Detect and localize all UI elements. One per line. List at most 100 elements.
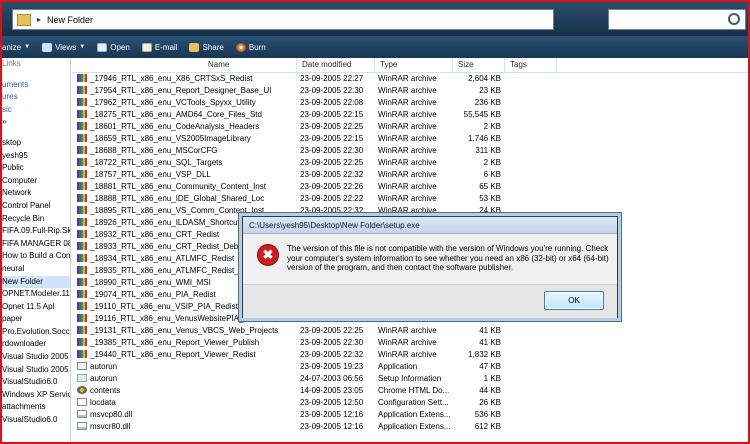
favorite-documents[interactable]: uments	[2, 79, 70, 92]
views-button[interactable]: Views ▼	[42, 42, 85, 52]
file-type: Configuration Sett...	[378, 398, 449, 407]
organize-label: anize	[2, 42, 22, 52]
file-size: 65 KB	[479, 182, 501, 191]
tree-item[interactable]: sktop	[2, 137, 70, 150]
file-row[interactable]: _18722_RTL_x86_enu_SQL_Targets 23-09-2005…	[72, 157, 748, 169]
chm-file-icon	[77, 386, 87, 394]
tree-item[interactable]: yesh95	[2, 150, 70, 163]
cfg-file-icon	[77, 398, 87, 406]
file-row[interactable]: _18881_RTL_x86_enu_Community_Content_Ins…	[72, 181, 748, 193]
file-date: 23-09-2005 22:32	[300, 170, 364, 179]
file-row[interactable]: contents 14-09-2005 23:05 Chrome HTML Do..…	[72, 385, 748, 397]
rar-file-icon	[77, 278, 87, 286]
file-row[interactable]: _18601_RTL_x86_enu_CodeAnalysis_Headers 2…	[72, 121, 748, 133]
tree-item[interactable]: Computer	[2, 175, 70, 188]
tree-item[interactable]: rdownloader	[2, 338, 70, 351]
file-row[interactable]: _17962_RTL_x86_enu_VCTools_Spyxx_Utility…	[72, 97, 748, 109]
command-toolbar: anize ▼ Views ▼ Open E-mail Share Burn	[2, 36, 748, 58]
tree-item[interactable]: Windows XP Service	[2, 389, 70, 402]
favorite-music[interactable]: sic	[2, 104, 70, 117]
file-row[interactable]: msvcp80.dll 23-09-2005 12:16 Application E…	[72, 409, 748, 421]
file-row[interactable]: _19131_RTL_x86_enu_Venus_VBCS_Web_Projec…	[72, 325, 748, 337]
tree-item[interactable]: Visual Studio 2005 S	[2, 364, 70, 377]
file-date: 14-09-2005 23:05	[300, 386, 364, 395]
open-button[interactable]: Open	[97, 42, 130, 52]
file-date: 23-09-2005 22:30	[300, 338, 364, 347]
file-date: 23-09-2005 22:25	[300, 158, 364, 167]
tree-item[interactable]: neural	[2, 263, 70, 276]
tree-item[interactable]: attachments	[2, 401, 70, 414]
file-type: Setup Information	[378, 374, 442, 383]
tree-item[interactable]: Control Panel	[2, 200, 70, 213]
search-icon[interactable]	[728, 13, 740, 25]
file-row[interactable]: msvcr80.dll 23-09-2005 12:16 Application E…	[72, 421, 748, 433]
tree-item[interactable]: paper	[2, 313, 70, 326]
file-type: Application Extens...	[378, 410, 451, 419]
column-tags[interactable]: Tags	[510, 60, 527, 69]
tree-item[interactable]: OPNET.Modeler.11.	[2, 288, 70, 301]
more-links-icon[interactable]: »	[2, 116, 70, 129]
file-type: WinRAR archive	[378, 146, 437, 155]
email-button[interactable]: E-mail	[141, 42, 177, 52]
file-size: 53 KB	[479, 194, 501, 203]
burn-button[interactable]: Burn	[235, 42, 266, 52]
file-row[interactable]: _19440_RTL_x86_enu_Report_Viewer_Redist 2…	[72, 349, 748, 361]
open-icon	[97, 42, 108, 52]
file-row[interactable]: _18659_RTL_x86_enu_VS2005ImageLibrary 23-…	[72, 133, 748, 145]
chevron-right-icon[interactable]: ▸	[37, 15, 41, 24]
file-size: 47 KB	[479, 362, 501, 371]
file-row[interactable]: _17954_RTL_x86_enu_Report_Designer_Base_…	[72, 85, 748, 97]
file-size: 1,746 KB	[468, 134, 501, 143]
file-name: _17946_RTL_x86_enu_X86_CRTSxS_Redist	[90, 74, 253, 83]
search-input[interactable]	[608, 9, 746, 30]
tree-item[interactable]: Public	[2, 162, 70, 175]
file-row[interactable]: _18275_RTL_x86_enu_AMD64_Core_Files_Std 2…	[72, 109, 748, 121]
file-size: 23 KB	[479, 86, 501, 95]
tree-item[interactable]: Visual Studio 2005 S	[2, 351, 70, 364]
favorite-pictures[interactable]: ures	[2, 91, 70, 104]
tree-item[interactable]: VisualStudio6.0	[2, 414, 70, 427]
column-size[interactable]: Size	[458, 60, 474, 69]
tree-item[interactable]: FIFA MANAGER 08	[2, 238, 70, 251]
tree-item[interactable]: Pro.Evolution.Socce	[2, 326, 70, 339]
file-size: 311 KB	[475, 146, 501, 155]
file-row[interactable]: _18757_RTL_x86_enu_VSP_DLL 23-09-2005 22:…	[72, 169, 748, 181]
ok-button[interactable]: OK	[544, 291, 604, 310]
file-row[interactable]: autorun 23-09-2005 19:23 Application 47 KB	[72, 361, 748, 373]
address-field[interactable]: ▸ New Folder	[12, 9, 554, 30]
views-icon	[42, 42, 53, 52]
column-date[interactable]: Date modified	[302, 60, 351, 69]
file-name: _17954_RTL_x86_enu_Report_Designer_Base_…	[90, 86, 272, 95]
tree-item[interactable]: How to Build a Com	[2, 250, 70, 263]
rar-file-icon	[77, 230, 87, 238]
file-name: _18888_RTL_x86_enu_IDE_Global_Shared_Loc	[90, 194, 265, 203]
share-button[interactable]: Share	[189, 42, 224, 52]
file-row[interactable]: _18688_RTL_x86_enu_MSCorCFG 23-09-2005 22…	[72, 145, 748, 157]
column-name[interactable]: Name	[208, 60, 229, 69]
file-size: 41 KB	[479, 338, 501, 347]
views-label: Views	[55, 42, 77, 52]
tree-item[interactable]: Opnet 11.5 Apl	[2, 301, 70, 314]
file-type: WinRAR archive	[378, 326, 437, 335]
organize-button[interactable]: anize ▼	[2, 43, 30, 52]
file-row[interactable]: autorun 24-07-2003 06:56 Setup Information…	[72, 373, 748, 385]
rar-file-icon	[77, 338, 87, 346]
tree-item[interactable]: New Folder	[2, 275, 70, 289]
file-date: 23-09-2005 22:15	[300, 134, 364, 143]
tree-item[interactable]: VisualStudio6.0	[2, 376, 70, 389]
file-date: 23-09-2005 22:27	[300, 74, 364, 83]
column-type[interactable]: Type	[380, 60, 397, 69]
breadcrumb-new-folder[interactable]: New Folder	[47, 15, 93, 25]
file-size: 24 KB	[479, 206, 501, 215]
file-name: _18757_RTL_x86_enu_VSP_DLL	[90, 170, 211, 179]
file-name: _18926_RTL_x86_enu_ILDASM_Shortcut	[90, 218, 240, 227]
file-row[interactable]: _17946_RTL_x86_enu_X86_CRTSxS_Redist 23-0…	[72, 73, 748, 85]
file-row[interactable]: _19385_RTL_x86_enu_Report_Viewer_Publish…	[72, 337, 748, 349]
file-row[interactable]: _18888_RTL_x86_enu_IDE_Global_Shared_Loc…	[72, 193, 748, 205]
tree-item[interactable]: Network	[2, 187, 70, 200]
file-row[interactable]: locdata 23-09-2005 12:50 Configuration Set…	[72, 397, 748, 409]
file-type: WinRAR archive	[378, 170, 437, 179]
tree-item[interactable]: Recycle Bin	[2, 213, 70, 226]
tree-item[interactable]: FIFA.09.Full-Rip.Sku	[2, 225, 70, 238]
file-size: 2,604 KB	[468, 74, 501, 83]
